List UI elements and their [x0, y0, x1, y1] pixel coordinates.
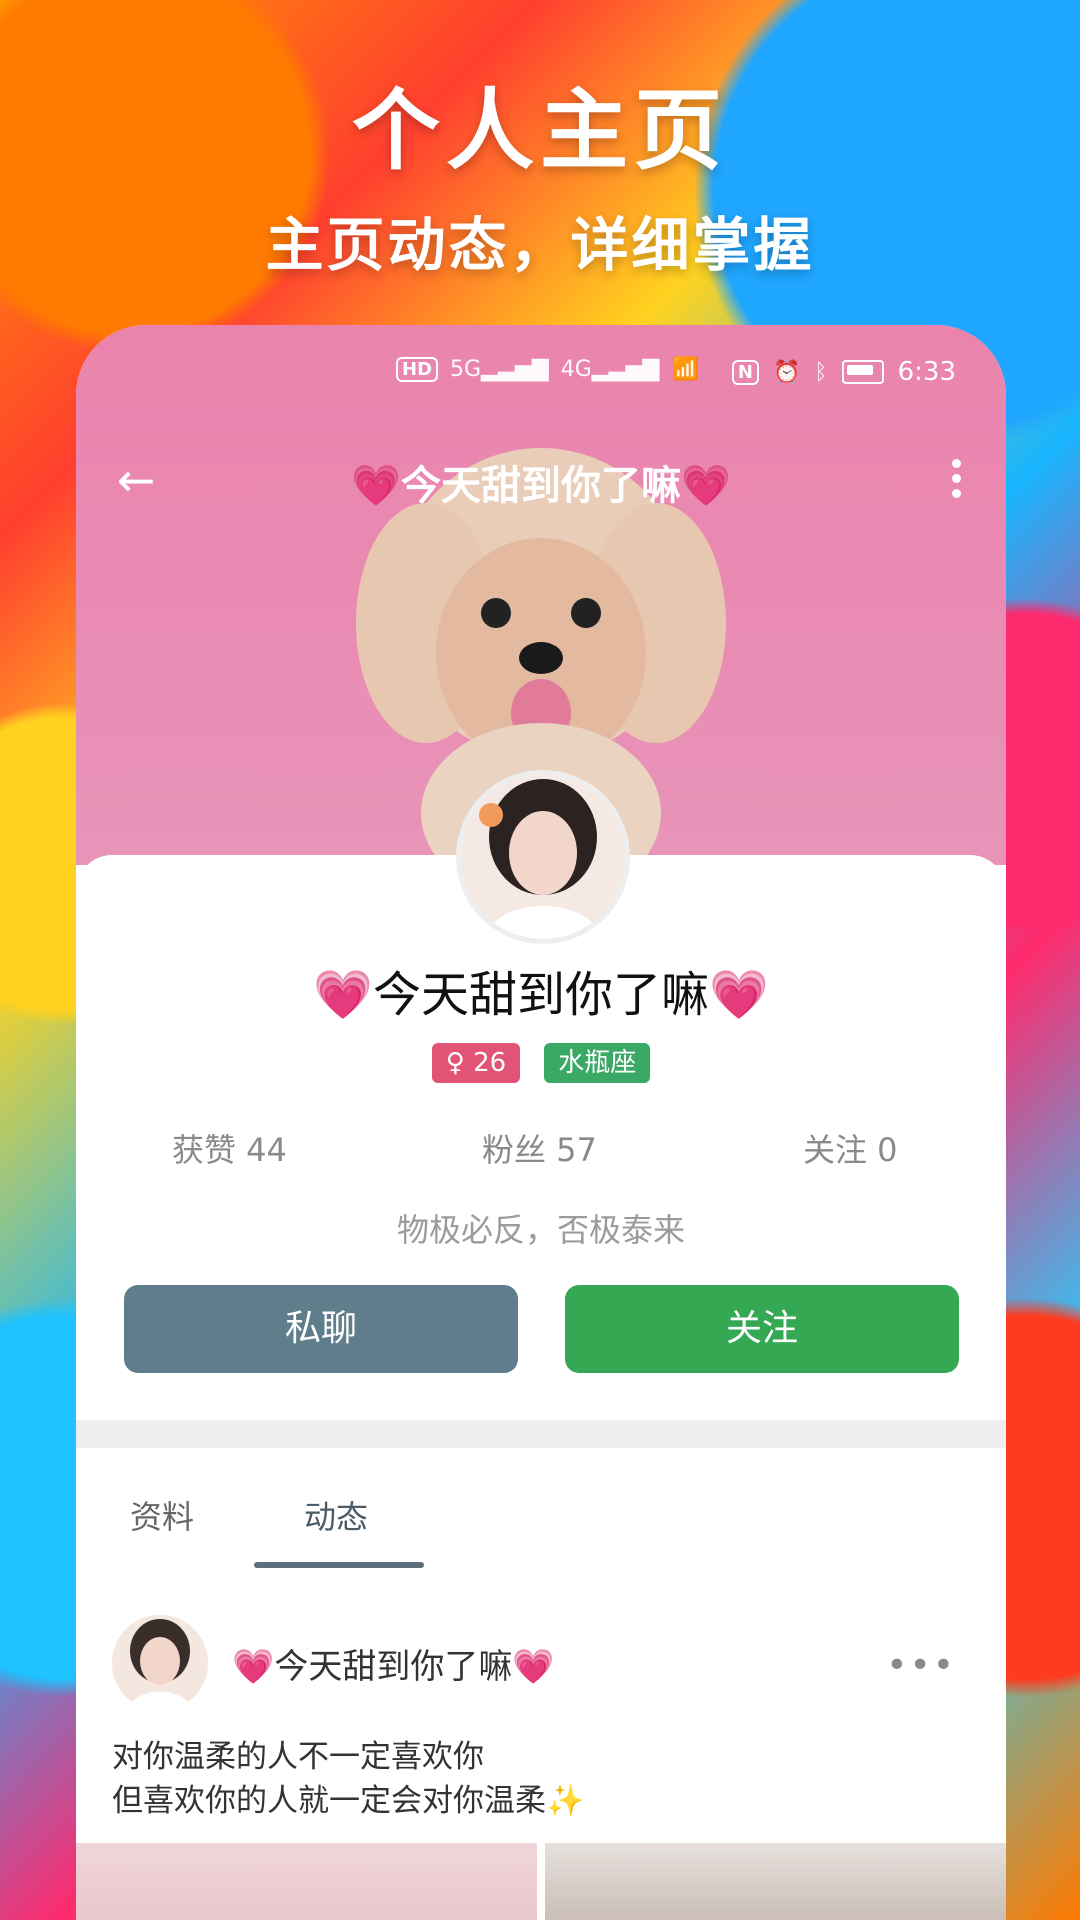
- profile-name: 💗今天甜到你了嘛💗: [313, 967, 769, 1023]
- profile-motto: 物极必反，否极泰来: [396, 1211, 685, 1249]
- status-time: 6:33: [897, 357, 956, 387]
- signal-4g-icon: 4G▂▃▅▇: [560, 357, 660, 382]
- nfc-icon: N: [731, 359, 759, 385]
- phone-screen: HD 5G▂▃▅▇ 4G▂▃▅▇ 📶 N ⏰ ᛒ 6:33 ← 💗今天甜到你了嘛…: [76, 325, 1006, 1920]
- likes-count[interactable]: 获赞 44: [172, 1125, 287, 1171]
- follow-button[interactable]: 关注: [565, 1285, 959, 1373]
- post-avatar-image: [112, 1615, 208, 1711]
- avatar-image: [461, 775, 625, 939]
- status-right: N ⏰ ᛒ 6:33: [731, 357, 956, 387]
- feed-post: 💗今天甜到你了嘛💗 ••• 对你温柔的人不一定喜欢你 但喜欢你的人就一定会对你温…: [76, 1615, 1006, 1920]
- active-tab-indicator: [254, 1562, 424, 1568]
- post-author-name[interactable]: 💗今天甜到你了嘛💗: [232, 1639, 555, 1688]
- post-image[interactable]: [545, 1843, 1006, 1920]
- post-images: [76, 1843, 1006, 1920]
- section-divider: [76, 1420, 1006, 1448]
- battery-icon: [841, 360, 884, 384]
- nav-title: 💗今天甜到你了嘛💗: [351, 463, 731, 509]
- zodiac-badge: 水瓶座: [544, 1043, 651, 1083]
- hd-icon: HD: [396, 357, 439, 382]
- post-author-avatar[interactable]: [112, 1615, 208, 1711]
- bluetooth-icon: ᛒ: [814, 359, 828, 385]
- following-count[interactable]: 关注 0: [803, 1125, 898, 1171]
- gender-age-badge: ♀ 26: [431, 1043, 521, 1083]
- post-text-line: 但喜欢你的人就一定会对你温柔✨: [112, 1783, 585, 1819]
- post-image[interactable]: [76, 1843, 537, 1920]
- profile-tabs: 资料 动态: [76, 1480, 1006, 1570]
- fans-count[interactable]: 粉丝 57: [482, 1125, 597, 1171]
- dot-icon: [951, 459, 961, 468]
- post-text-line: 对你温柔的人不一定喜欢你: [112, 1739, 484, 1775]
- signal-5g-icon: 5G▂▃▅▇: [450, 357, 549, 382]
- profile-avatar[interactable]: [456, 770, 630, 944]
- dot-icon: [951, 489, 961, 498]
- status-bar: HD 5G▂▃▅▇ 4G▂▃▅▇ 📶 N ⏰ ᛒ 6:33: [76, 355, 1006, 395]
- profile-stats: 获赞 44 粉丝 57 关注 0: [76, 1125, 1006, 1175]
- promo-title: 个人主页: [351, 79, 728, 182]
- post-text: 对你温柔的人不一定喜欢你 但喜欢你的人就一定会对你温柔✨: [112, 1735, 972, 1823]
- wifi-icon: 📶: [671, 357, 699, 382]
- profile-tags: ♀ 26 水瓶座: [76, 1043, 1006, 1083]
- status-left: HD 5G▂▃▅▇ 4G▂▃▅▇ 📶: [396, 357, 699, 382]
- more-options-icon[interactable]: [946, 455, 966, 505]
- post-more-icon[interactable]: •••: [886, 1645, 956, 1686]
- private-chat-button[interactable]: 私聊: [124, 1285, 518, 1373]
- tab-posts[interactable]: 动态: [304, 1492, 368, 1538]
- dot-icon: [951, 474, 961, 483]
- top-nav: ← 💗今天甜到你了嘛💗: [76, 445, 1006, 515]
- promo-subtitle: 主页动态，详细掌握: [265, 211, 815, 279]
- alarm-icon: ⏰: [773, 359, 801, 385]
- tab-info[interactable]: 资料: [130, 1492, 194, 1538]
